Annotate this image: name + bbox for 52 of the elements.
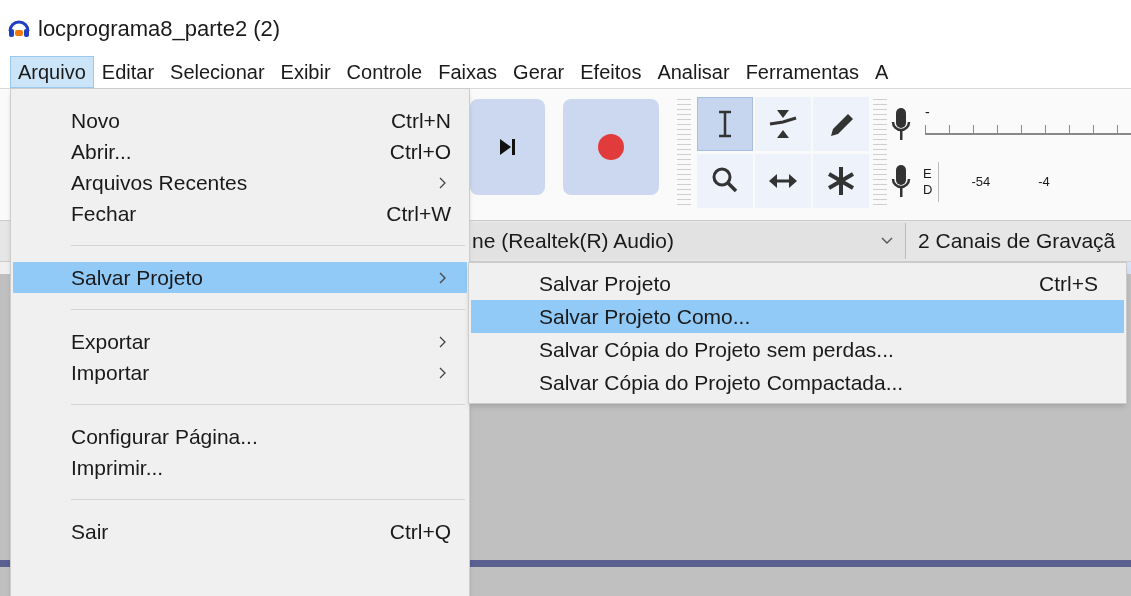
menu-item[interactable]: Editar: [93, 56, 163, 88]
meter-tick-label: -4: [1038, 172, 1050, 191]
menu-item[interactable]: Controle: [338, 56, 431, 88]
shortcut-label: Ctrl+Q: [389, 518, 451, 545]
menu-item[interactable]: Salvar Projeto Ctrl+S: [471, 267, 1124, 300]
menu-item[interactable]: Salvar Projeto Como...: [471, 300, 1124, 333]
headphones-icon: [8, 18, 30, 38]
menu-item[interactable]: Fechar Ctrl+W: [13, 198, 467, 229]
menu-item[interactable]: Exportar: [13, 326, 467, 357]
menu-item[interactable]: Selecionar: [162, 56, 273, 88]
menu-item[interactable]: Novo Ctrl+N: [13, 105, 467, 136]
record-icon: [597, 133, 625, 161]
channels-dropdown[interactable]: 2 Canais de Gravaçã: [906, 225, 1116, 257]
menu-item[interactable]: Salvar Projeto: [13, 262, 467, 293]
menu-item[interactable]: Analisar: [649, 56, 738, 88]
menu-item[interactable]: Salvar Cópia do Projeto Compactada...: [471, 366, 1124, 399]
shortcut-label: Ctrl+O: [389, 138, 451, 165]
menu-item[interactable]: Ferramentas: [737, 56, 868, 88]
chevron-down-icon: [881, 237, 893, 245]
menu-item[interactable]: Abrir... Ctrl+O: [13, 136, 467, 167]
microphone-icon: [891, 107, 911, 142]
menu-item[interactable]: Faixas: [430, 56, 506, 88]
menu-item[interactable]: Exibir: [272, 56, 339, 88]
tool-button[interactable]: [755, 154, 811, 208]
skip-end-icon: [499, 137, 516, 157]
shortcut-label: Ctrl+S: [1039, 270, 1098, 297]
shortcut-label: Ctrl+W: [386, 200, 451, 227]
tool-button[interactable]: [697, 97, 753, 151]
menu-item[interactable]: Arquivo: [10, 56, 94, 88]
menu-item[interactable]: A: [867, 56, 897, 88]
input-device-dropdown[interactable]: ne (Realtek(R) Audio): [472, 223, 906, 259]
tool-button[interactable]: [813, 154, 869, 208]
tool-button[interactable]: [813, 97, 869, 151]
meter-label: -: [925, 104, 931, 119]
menu-item[interactable]: Importar: [13, 357, 467, 388]
dropdown-value: ne (Realtek(R) Audio): [472, 228, 674, 255]
menu-item[interactable]: Sair Ctrl+Q: [13, 516, 467, 547]
meter-label: E: [923, 165, 933, 182]
record-button[interactable]: [563, 99, 659, 195]
menu-item[interactable]: Gerar: [505, 56, 573, 88]
menu-item[interactable]: Imprimir...: [13, 452, 467, 483]
menu-item[interactable]: Salvar Cópia do Projeto sem perdas...: [471, 333, 1124, 366]
menu-item[interactable]: Efeitos: [572, 56, 650, 88]
microphone-icon: [891, 164, 911, 199]
shortcut-label: Ctrl+N: [390, 107, 451, 134]
meter-label: D: [923, 181, 933, 198]
tool-button[interactable]: [697, 154, 753, 208]
window-title: locprograma8_parte2 (2): [38, 14, 281, 43]
meter-tick-label: -54: [971, 172, 991, 191]
menu-item[interactable]: Arquivos Recentes: [13, 167, 467, 198]
menu-item[interactable]: Configurar Página...: [13, 421, 467, 452]
tool-button[interactable]: [755, 97, 811, 151]
